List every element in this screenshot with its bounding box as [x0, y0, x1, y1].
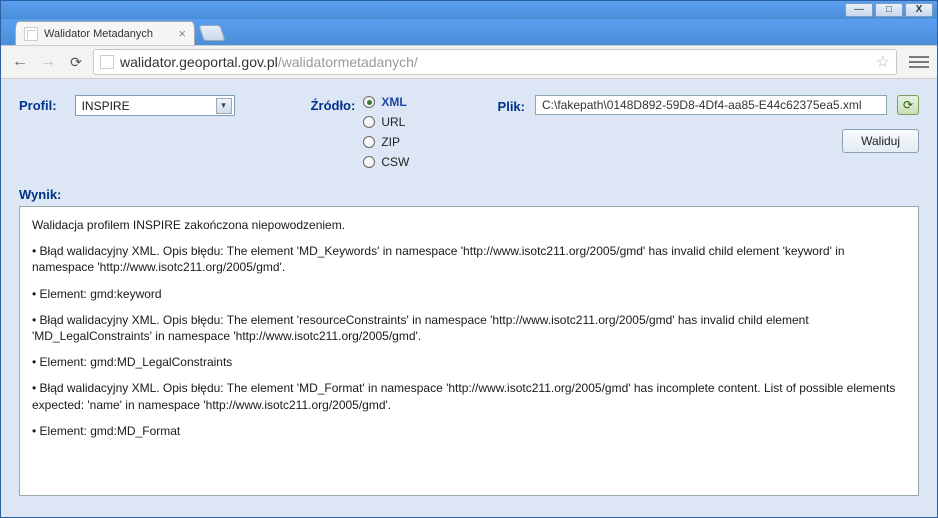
profile-label: Profil:	[19, 95, 57, 113]
result-line: • Element: gmd:MD_Format	[32, 423, 906, 439]
result-label: Wynik:	[19, 187, 919, 202]
back-button[interactable]: ←	[9, 51, 31, 73]
page-icon	[24, 27, 38, 41]
file-browse-button[interactable]: ⟳	[897, 95, 919, 115]
source-radio-group: XML URL ZIP CSW	[363, 95, 409, 169]
reload-button[interactable]: ⟳	[65, 51, 87, 73]
window-close-button[interactable]: X	[905, 3, 933, 17]
radio-icon	[363, 96, 375, 108]
page-content: Profil: INSPIRE ▾ Źródło: XML URL ZIP	[1, 79, 937, 517]
bookmark-star-icon[interactable]: ☆	[876, 52, 890, 72]
result-line: Walidacja profilem INSPIRE zakończona ni…	[32, 217, 906, 233]
address-bar[interactable]: walidator.geoportal.gov.pl/walidatormeta…	[93, 49, 897, 75]
window-titlebar: — □ X	[1, 1, 937, 19]
window-maximize-button[interactable]: □	[875, 3, 903, 17]
chevron-down-icon: ▾	[216, 98, 232, 114]
source-option-label: XML	[381, 95, 406, 109]
validator-form: Profil: INSPIRE ▾ Źródło: XML URL ZIP	[19, 95, 919, 169]
browser-tab-active[interactable]: Walidator Metadanych ×	[15, 21, 195, 45]
hamburger-menu-icon[interactable]	[909, 53, 929, 71]
radio-icon	[363, 136, 375, 148]
file-path-input[interactable]	[535, 95, 887, 115]
source-option-label: ZIP	[381, 135, 400, 149]
source-option-label: CSW	[381, 155, 409, 169]
source-option-xml[interactable]: XML	[363, 95, 409, 109]
profile-select-value: INSPIRE	[82, 99, 130, 113]
result-line: • Element: gmd:keyword	[32, 286, 906, 302]
browser-toolbar: ← → ⟳ walidator.geoportal.gov.pl/walidat…	[1, 45, 937, 79]
radio-icon	[363, 116, 375, 128]
new-tab-button[interactable]	[198, 25, 225, 41]
url-host: walidator.geoportal.gov.pl	[120, 54, 278, 70]
source-option-url[interactable]: URL	[363, 115, 409, 129]
profile-select[interactable]: INSPIRE ▾	[75, 95, 235, 116]
site-icon	[100, 55, 114, 69]
result-line: • Błąd walidacyjny XML. Opis błędu: The …	[32, 380, 906, 412]
url-text: walidator.geoportal.gov.pl/walidatormeta…	[120, 54, 418, 70]
source-label: Źródło:	[311, 95, 356, 169]
result-line: • Błąd walidacyjny XML. Opis błędu: The …	[32, 243, 906, 275]
source-option-label: URL	[381, 115, 405, 129]
validate-button[interactable]: Waliduj	[842, 129, 919, 153]
file-label: Plik:	[498, 96, 525, 114]
tab-close-icon[interactable]: ×	[178, 26, 186, 41]
window-minimize-button[interactable]: —	[845, 3, 873, 17]
radio-icon	[363, 156, 375, 168]
url-path: /walidatormetadanych/	[278, 54, 418, 70]
result-line: • Błąd walidacyjny XML. Opis błędu: The …	[32, 312, 906, 344]
forward-button[interactable]: →	[37, 51, 59, 73]
tab-title: Walidator Metadanych	[44, 28, 170, 40]
refresh-icon: ⟳	[903, 98, 913, 112]
browser-tabstrip: Walidator Metadanych ×	[1, 19, 937, 45]
result-line: • Element: gmd:MD_LegalConstraints	[32, 354, 906, 370]
source-option-zip[interactable]: ZIP	[363, 135, 409, 149]
result-output: Walidacja profilem INSPIRE zakończona ni…	[19, 206, 919, 496]
source-option-csw[interactable]: CSW	[363, 155, 409, 169]
